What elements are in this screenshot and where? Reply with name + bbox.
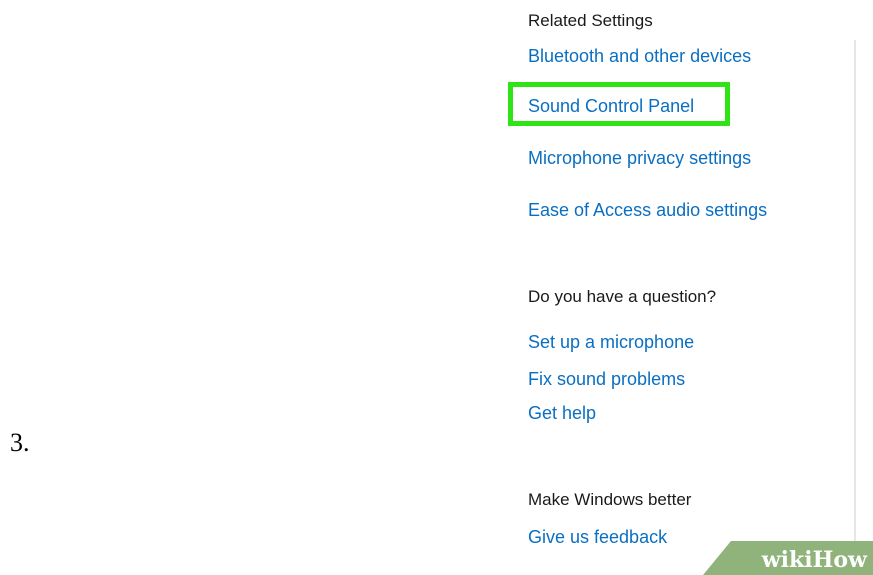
panel-scroll-divider bbox=[854, 40, 856, 575]
give-feedback-link[interactable]: Give us feedback bbox=[528, 528, 667, 546]
watermark-how: How bbox=[812, 547, 867, 573]
watermark-text: wikiHow bbox=[762, 549, 867, 571]
make-windows-better-heading: Make Windows better bbox=[528, 490, 692, 509]
set-up-microphone-link[interactable]: Set up a microphone bbox=[528, 333, 694, 351]
question-heading: Do you have a question? bbox=[528, 287, 717, 306]
get-help-link[interactable]: Get help bbox=[528, 404, 596, 422]
settings-panel: Related Settings Bluetooth and other dev… bbox=[492, 0, 854, 575]
fix-sound-problems-link[interactable]: Fix sound problems bbox=[528, 370, 685, 388]
step-number: 3. bbox=[10, 428, 30, 457]
wikihow-watermark: wikiHow bbox=[703, 541, 873, 575]
ease-of-access-audio-link[interactable]: Ease of Access audio settings bbox=[528, 201, 767, 219]
watermark-wiki: wiki bbox=[761, 547, 813, 573]
sound-control-panel-link[interactable]: Sound Control Panel bbox=[528, 97, 694, 115]
bluetooth-devices-link[interactable]: Bluetooth and other devices bbox=[528, 47, 751, 65]
microphone-privacy-link[interactable]: Microphone privacy settings bbox=[528, 149, 751, 167]
related-settings-heading: Related Settings bbox=[528, 11, 653, 30]
